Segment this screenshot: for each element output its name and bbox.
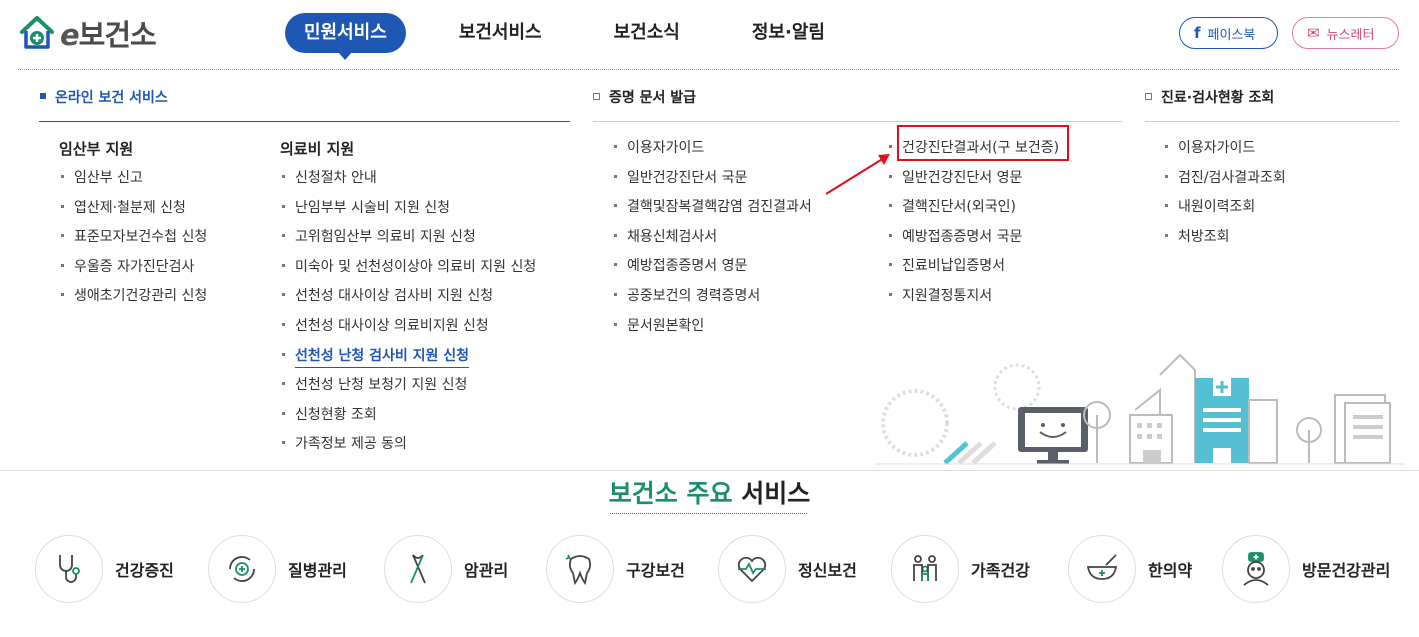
square-bullet-icon	[40, 93, 46, 99]
square-bullet-icon	[593, 92, 600, 100]
list-item[interactable]: 가족정보 제공 동의	[281, 433, 536, 463]
service-cancer-management[interactable]: 암관리	[384, 535, 508, 603]
service-health-promotion[interactable]: 건강증진	[35, 535, 174, 603]
list-item[interactable]: 선천성 대사이상 의료비지원 신청	[281, 315, 536, 345]
list-item[interactable]: 예방접종증명서 국문	[888, 226, 1059, 256]
records-title: 진료·검사현황 조회	[1145, 87, 1274, 107]
red-arrow-icon	[825, 154, 890, 195]
list-item-selected[interactable]: 선천성 난청 검사비 지원 신청	[281, 345, 536, 375]
pregnancy-support-title: 임산부 지원	[59, 140, 134, 158]
city-illustration	[875, 353, 1405, 465]
list-item[interactable]: 검진/검사결과조회	[1164, 167, 1286, 197]
main-services-title: 보건소 주요 서비스	[608, 479, 811, 508]
service-label: 구강보건	[626, 561, 685, 580]
house-plus-icon	[20, 16, 54, 49]
list-item[interactable]: 이용자가이드	[1164, 137, 1286, 167]
certificate-title: 증명 문서 발급	[593, 87, 696, 107]
service-label: 건강증진	[115, 561, 174, 580]
pregnancy-list: 임산부 신고 엽산제·철분제 신청 표준모자보건수첩 신청 우울증 자가진단검사…	[60, 167, 207, 315]
list-item[interactable]: 우울증 자가진단검사	[60, 256, 207, 286]
newsletter-label: 뉴스레터	[1326, 27, 1375, 43]
list-item[interactable]: 신청현황 조회	[281, 404, 536, 434]
main-nav: 민원서비스 보건서비스 보건소식 정보·알림	[285, 13, 878, 60]
service-oriental-medicine[interactable]: 한의약	[1068, 535, 1192, 603]
section-divider	[0, 470, 1419, 471]
list-item[interactable]: 예방접종증명서 영문	[613, 255, 812, 285]
column-divider	[593, 121, 1122, 122]
column-divider	[39, 121, 570, 122]
service-mental-health[interactable]: 정신보건	[718, 535, 857, 603]
stethoscope-icon	[35, 535, 103, 603]
service-label: 한의약	[1148, 561, 1193, 580]
facebook-button[interactable]: f 페이스북	[1179, 17, 1278, 49]
list-item[interactable]: 일반건강진단서 영문	[888, 167, 1059, 197]
facebook-label: 페이스북	[1207, 27, 1256, 43]
list-item[interactable]: 생애초기건강관리 신청	[60, 285, 207, 315]
list-item[interactable]: 신청절차 안내	[281, 167, 536, 197]
list-item[interactable]: 결핵및잠복결핵감염 검진결과서	[613, 196, 812, 226]
column-divider	[1145, 121, 1399, 122]
header: e보건소 민원서비스 보건서비스 보건소식 정보·알림 f 페이스북 ✉ 뉴스레…	[0, 0, 1419, 68]
nav-health-service[interactable]: 보건서비스	[440, 13, 561, 53]
list-item[interactable]: 결핵진단서(외국인)	[888, 196, 1059, 226]
records-list: 이용자가이드 검진/검사결과조회 내원이력조회 처방조회	[1164, 137, 1286, 255]
highlight-box	[897, 125, 1069, 161]
medical-list: 신청절차 안내 난임부부 시술비 지원 신청 고위험임산부 의료비 지원 신청 …	[281, 167, 536, 463]
certificate-list-left: 이용자가이드 일반건강진단서 국문 결핵및잠복결핵감염 검진결과서 채용신체검사…	[613, 137, 812, 344]
list-item[interactable]: 일반건강진단서 국문	[613, 167, 812, 197]
list-item[interactable]: 선천성 대사이상 검사비 지원 신청	[281, 285, 536, 315]
family-icon	[891, 535, 959, 603]
list-item[interactable]: 내원이력조회	[1164, 196, 1286, 226]
logo-text: e보건소	[60, 18, 157, 52]
certificate-list-right: 건강진단결과서(구 보건증) 일반건강진단서 영문 결핵진단서(외국인) 예방접…	[888, 137, 1059, 315]
list-item[interactable]: 문서원본확인	[613, 315, 812, 345]
service-family-health[interactable]: 가족건강	[891, 535, 1030, 603]
list-item[interactable]: 채용신체검사서	[613, 226, 812, 256]
header-divider	[18, 69, 1399, 70]
virus-cycle-icon	[208, 535, 276, 603]
service-home-visit[interactable]: 방문건강관리	[1222, 535, 1390, 603]
heart-pulse-icon	[718, 535, 786, 603]
nurse-icon	[1222, 535, 1290, 603]
online-service-title: 온라인 보건 서비스	[40, 87, 168, 107]
mail-icon: ✉	[1307, 24, 1320, 42]
list-item[interactable]: 미숙아 및 선천성이상아 의료비 지원 신청	[281, 256, 536, 286]
medical-support-title: 의료비 지원	[280, 140, 355, 158]
ribbon-icon	[384, 535, 452, 603]
mortar-icon	[1068, 535, 1136, 603]
list-item[interactable]: 선천성 난청 보청기 지원 신청	[281, 374, 536, 404]
service-label: 정신보건	[798, 561, 857, 580]
list-item[interactable]: 진료비납입증명서	[888, 255, 1059, 285]
list-item[interactable]: 임산부 신고	[60, 167, 207, 197]
nav-info-notice[interactable]: 정보·알림	[733, 13, 844, 53]
square-bullet-icon	[1145, 92, 1152, 100]
service-label: 방문건강관리	[1302, 561, 1391, 580]
list-item[interactable]: 엽산제·철분제 신청	[60, 197, 207, 227]
list-item[interactable]: 고위험임산부 의료비 지원 신청	[281, 226, 536, 256]
nav-civil-service[interactable]: 민원서비스	[285, 13, 406, 60]
service-label: 질병관리	[288, 561, 347, 580]
service-label: 가족건강	[971, 561, 1030, 580]
list-item[interactable]: 지원결정통지서	[888, 285, 1059, 315]
list-item[interactable]: 처방조회	[1164, 226, 1286, 256]
list-item[interactable]: 이용자가이드	[613, 137, 812, 167]
tooth-icon	[546, 535, 614, 603]
title-underline	[610, 513, 807, 514]
service-oral-health[interactable]: 구강보건	[546, 535, 685, 603]
list-item[interactable]: 표준모자보건수첩 신청	[60, 226, 207, 256]
logo[interactable]: e보건소	[18, 12, 157, 54]
list-item[interactable]: 공중보건의 경력증명서	[613, 285, 812, 315]
service-label: 암관리	[464, 561, 509, 580]
nav-health-news[interactable]: 보건소식	[595, 13, 699, 53]
service-disease-management[interactable]: 질병관리	[208, 535, 347, 603]
facebook-icon: f	[1194, 24, 1201, 42]
newsletter-button[interactable]: ✉ 뉴스레터	[1292, 17, 1399, 49]
list-item[interactable]: 난임부부 시술비 지원 신청	[281, 197, 536, 227]
